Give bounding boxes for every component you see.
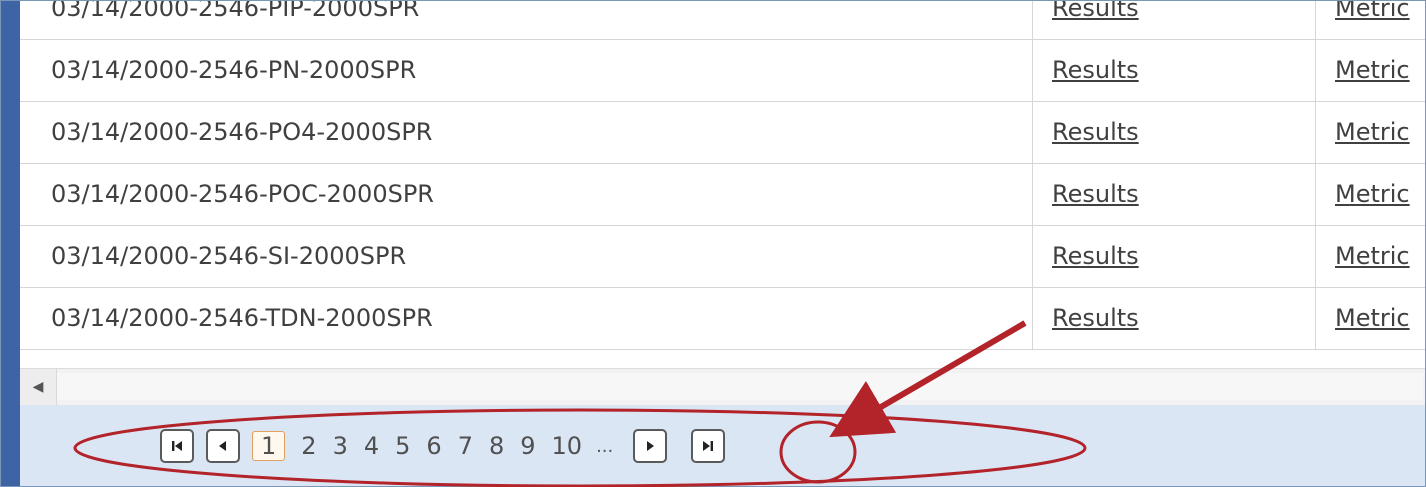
metrics-link[interactable]: Metric	[1335, 1, 1410, 22]
results-link[interactable]: Results	[1052, 56, 1139, 84]
table-row: 03/14/2000-2546-POC-2000SPR Results Metr…	[20, 164, 1425, 226]
next-page-button[interactable]	[633, 429, 668, 463]
first-page-button[interactable]	[160, 429, 194, 463]
last-page-button[interactable]	[691, 429, 726, 463]
previous-page-icon	[219, 441, 226, 451]
previous-page-button[interactable]	[206, 429, 240, 463]
left-accent-bar	[1, 1, 20, 486]
first-page-icon	[172, 441, 182, 451]
table-row: 03/14/2000-2546-TDN-2000SPR Results Metr…	[20, 288, 1425, 350]
metrics-link[interactable]: Metric	[1335, 118, 1410, 146]
page-number[interactable]: 7	[458, 432, 473, 460]
row-name: 03/14/2000-2546-PN-2000SPR	[51, 56, 417, 84]
more-pages-ellipsis[interactable]: ...	[596, 436, 613, 457]
page-number[interactable]: 4	[364, 432, 379, 460]
metrics-link[interactable]: Metric	[1335, 304, 1410, 332]
horizontal-scrollbar[interactable]: ◀	[20, 368, 1425, 406]
row-name: 03/14/2000-2546-SI-2000SPR	[51, 242, 407, 270]
results-link[interactable]: Results	[1052, 1, 1139, 22]
page-number-current[interactable]: 1	[252, 431, 286, 461]
results-link[interactable]: Results	[1052, 180, 1139, 208]
page-number[interactable]: 9	[520, 432, 535, 460]
table-row: 03/14/2000-2546-PN-2000SPR Results Metri…	[20, 40, 1425, 102]
row-name: 03/14/2000-2546-PIP-2000SPR	[51, 1, 420, 22]
scroll-left-arrow-icon[interactable]: ◀	[20, 369, 57, 405]
last-page-icon	[703, 441, 714, 451]
results-grid: 03/14/2000-2546-PIP-2000SPR Results Metr…	[20, 1, 1425, 368]
results-link[interactable]: Results	[1052, 118, 1139, 146]
pager: 1 2 3 4 5 6 7 8 9 10 ...	[160, 416, 737, 476]
results-link[interactable]: Results	[1052, 304, 1139, 332]
metrics-link[interactable]: Metric	[1335, 180, 1410, 208]
page-number[interactable]: 2	[301, 432, 316, 460]
table-row: 03/14/2000-2546-SI-2000SPR Results Metri…	[20, 226, 1425, 288]
page-number[interactable]: 5	[395, 432, 410, 460]
results-link[interactable]: Results	[1052, 242, 1139, 270]
table-row: 03/14/2000-2546-PIP-2000SPR Results Metr…	[20, 1, 1425, 40]
row-name: 03/14/2000-2546-TDN-2000SPR	[51, 304, 433, 332]
page-number[interactable]: 6	[426, 432, 441, 460]
metrics-link[interactable]: Metric	[1335, 242, 1410, 270]
metrics-link[interactable]: Metric	[1335, 56, 1410, 84]
pager-bar: 1 2 3 4 5 6 7 8 9 10 ...	[20, 405, 1425, 486]
next-page-icon	[647, 441, 655, 451]
page-number[interactable]: 8	[489, 432, 504, 460]
row-name: 03/14/2000-2546-PO4-2000SPR	[51, 118, 433, 146]
grid-panel: 03/14/2000-2546-PIP-2000SPR Results Metr…	[0, 0, 1426, 487]
scrollbar-thumb[interactable]	[57, 373, 1423, 400]
page-number[interactable]: 3	[333, 432, 348, 460]
table-row: 03/14/2000-2546-PO4-2000SPR Results Metr…	[20, 102, 1425, 164]
row-name: 03/14/2000-2546-POC-2000SPR	[51, 180, 434, 208]
page-number[interactable]: 10	[552, 432, 583, 460]
